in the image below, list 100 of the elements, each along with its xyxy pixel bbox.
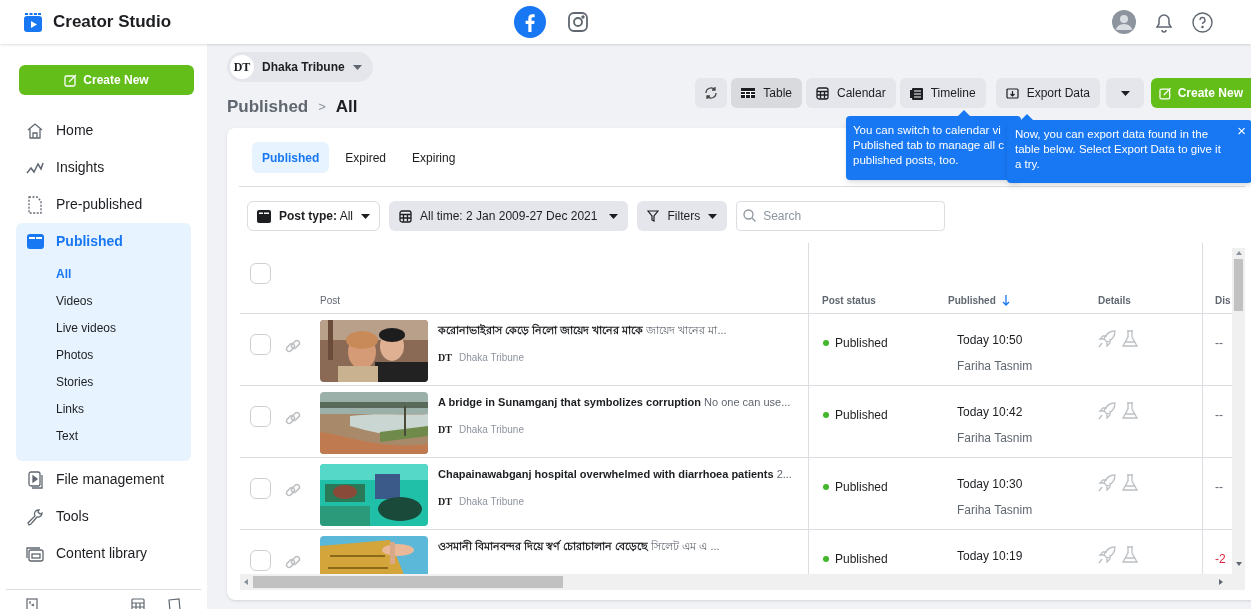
post-type-dropdown[interactable]: Post type: All (247, 201, 381, 231)
column-header: Dis (1215, 294, 1231, 308)
nav-item[interactable]: File management (16, 461, 191, 498)
table-icon (741, 88, 756, 98)
rocket-icon (1098, 330, 1116, 348)
table-cell-text: -- (1215, 479, 1223, 496)
close-button[interactable]: × (1237, 123, 1246, 138)
page-logo: DT (230, 55, 254, 79)
tooltip-text-line: published posts, too. (853, 153, 959, 168)
publish-time: Today 10:30 (957, 476, 1024, 493)
tab[interactable]: Expiring (402, 142, 466, 173)
breadcrumb-link[interactable]: Published (227, 94, 309, 120)
caret-icon (708, 213, 718, 219)
tab[interactable]: Expired (335, 142, 397, 173)
source-logo: DT (438, 422, 452, 437)
tab[interactable]: Published (252, 142, 330, 173)
column-header: Post (320, 294, 340, 308)
scroll-up-icon[interactable] (1235, 251, 1242, 255)
nav-subitem[interactable]: Stories (16, 368, 191, 395)
document-icon (28, 195, 42, 214)
nav-item[interactable]: Home (16, 112, 191, 149)
nav-subitem[interactable]: Live videos (16, 314, 191, 341)
facebook-tab[interactable] (514, 6, 547, 38)
sort-arrow-icon (1001, 295, 1010, 306)
nav-item[interactable]: Tools (16, 498, 191, 535)
timeline-icon (909, 86, 923, 100)
source-name: Dhaka Tribune (458, 494, 524, 509)
publish-time: Today 10:19 (957, 548, 1023, 565)
nav-subitem[interactable]: Text (16, 422, 191, 449)
date-range-dropdown[interactable]: All time: 2 Jan 2009-27 Dec 2021 (389, 201, 629, 231)
flask-icon (1122, 474, 1138, 492)
page-selector[interactable]: DT Dhaka Tribune (227, 52, 373, 82)
post-title[interactable]: করোনাভাইরাস কেড়ে নিলো জায়েদ খানের মাকে জায়েদ খানের মা... (438, 322, 727, 339)
nav-subitem[interactable]: Videos (16, 287, 191, 314)
checkbox[interactable] (250, 334, 271, 355)
checkbox[interactable] (250, 406, 271, 427)
source-name: Dhaka Tribune (458, 422, 524, 437)
edit-icon (1159, 86, 1172, 100)
post-title[interactable]: A bridge in Sunamganj that symbolizes corruption No one can use... (438, 394, 791, 411)
collapse-panel-icon[interactable] (26, 598, 38, 609)
view-toggle[interactable]: Calendar (806, 78, 896, 108)
link-icon[interactable] (285, 554, 301, 570)
publish-time: Today 10:42 (957, 404, 1024, 421)
scrollbar-thumb[interactable] (253, 576, 563, 588)
filters-dropdown[interactable]: Filters (637, 201, 728, 231)
avatar-icon[interactable] (1112, 10, 1136, 34)
instagram-tab[interactable] (568, 12, 589, 32)
status-text: Published (835, 407, 888, 424)
scroll-right-icon[interactable] (1219, 579, 1223, 585)
bell-icon[interactable] (1154, 11, 1174, 33)
column-header[interactable]: Published (948, 293, 1010, 308)
source-name: Dhaka Tribune (458, 350, 524, 365)
post-title[interactable]: Chapainawabganj hospital overwhelmed with diarrhoea patients 2... (438, 466, 792, 483)
nav-subitem[interactable]: Photos (16, 341, 191, 368)
calendar-icon (816, 86, 829, 100)
caret-icon (352, 64, 362, 70)
nav-item[interactable]: Content library (16, 535, 191, 572)
wrench-icon (26, 507, 44, 526)
tooltip-text: Now, you can export data found in the table below. Select Export Data to give it a try. (1015, 128, 1221, 170)
horizontal-scrollbar[interactable] (240, 574, 1245, 590)
browser-icon (257, 209, 271, 223)
nav-subitem[interactable]: Links (16, 395, 191, 422)
home-icon (26, 121, 44, 140)
export-options-button[interactable] (1106, 78, 1144, 108)
nav-item[interactable]: Insights (16, 149, 191, 186)
rocket-icon (1098, 474, 1116, 492)
flask-icon (1122, 330, 1138, 348)
post-title[interactable]: ওসমানী বিমানবন্দর দিয়ে স্বর্ণ চোরাচালান বেড়েছে সিলেট এম এ ... (438, 538, 720, 555)
view-toggle[interactable]: Timeline (899, 78, 986, 108)
checkbox[interactable] (250, 263, 271, 284)
nav-item[interactable]: Pre-published (16, 186, 191, 223)
caret-icon (361, 213, 371, 219)
nav-item[interactable]: Published (16, 223, 191, 260)
tooltip-text-line: You can switch to calendar vi (853, 123, 1001, 138)
column-header: Post status (822, 294, 876, 308)
export-data-button[interactable]: Export Data (995, 78, 1100, 108)
source-logo: DT (438, 350, 452, 365)
checkbox[interactable] (250, 550, 271, 571)
app-title: Creator Studio (53, 11, 172, 34)
scrollbar-thumb[interactable] (1234, 259, 1243, 311)
caret-icon (1120, 90, 1130, 96)
video-file-icon (27, 470, 43, 489)
author-name: Fariha Tasnim (957, 430, 1033, 447)
calendar-icon (399, 209, 413, 223)
search-field[interactable]: Search (736, 201, 946, 231)
help-icon[interactable] (1192, 11, 1213, 33)
link-icon[interactable] (285, 338, 301, 354)
author-name: Fariha Tasnim (957, 502, 1033, 519)
browser-icon (26, 234, 44, 249)
caret-icon (609, 213, 619, 219)
view-toggle[interactable]: Table (731, 78, 802, 108)
calculator-icon[interactable] (131, 598, 145, 609)
scroll-left-icon[interactable] (244, 579, 248, 585)
nav-subitem[interactable]: All (16, 260, 191, 287)
refresh-button[interactable] (695, 78, 728, 108)
checkbox[interactable] (250, 478, 271, 499)
link-icon[interactable] (285, 482, 301, 498)
status-text: Published (835, 335, 888, 352)
link-icon[interactable] (285, 410, 301, 426)
scroll-down-icon[interactable] (1235, 562, 1242, 566)
